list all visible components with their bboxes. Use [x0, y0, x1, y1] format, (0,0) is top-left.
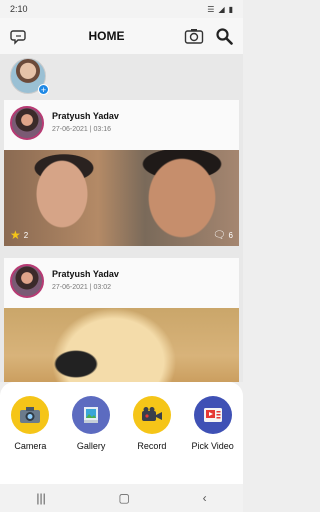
post-image[interactable]	[4, 308, 239, 382]
post-author[interactable]: Pratyush Yadav	[52, 111, 119, 121]
like-count: 2	[23, 230, 29, 240]
camera-option-icon	[11, 396, 50, 434]
post-image[interactable]: ★ 2 🗨 6	[4, 150, 239, 246]
status-time: 2:10	[10, 4, 28, 14]
pick-video-option-icon	[193, 396, 232, 434]
post-card: Pratyush Yadav 27-06-2021 | 03:02	[4, 258, 239, 382]
back-icon[interactable]: ‹	[203, 491, 207, 505]
home-icon[interactable]: ▢	[119, 491, 130, 505]
camera-option[interactable]: Camera	[1, 396, 59, 451]
avatar[interactable]	[10, 106, 44, 140]
comment-count: 6	[228, 230, 233, 240]
recents-icon[interactable]: |||	[36, 491, 45, 505]
post-date: 27-06-2021 | 03:02	[52, 284, 112, 291]
gallery-option-icon	[72, 396, 111, 434]
media-picker-sheet: Camera Gallery Record Pick Video	[0, 382, 243, 484]
record-option-icon	[132, 396, 171, 434]
post-author[interactable]: Pratyush Yadav	[52, 269, 119, 279]
record-option[interactable]: Record	[123, 396, 181, 451]
avatar[interactable]	[10, 264, 44, 298]
star-icon[interactable]: ★	[10, 228, 21, 242]
status-bar: 2:10 ☰ ◢ ▮	[0, 0, 243, 18]
post-card: Pratyush Yadav 27-06-2021 | 03:16 ★ 2 🗨 …	[4, 100, 239, 246]
camera-icon[interactable]	[183, 25, 205, 47]
pick-video-option[interactable]: Pick Video	[184, 396, 242, 451]
chat-edit-icon[interactable]	[8, 25, 30, 47]
battery-icon: ▮	[228, 4, 233, 14]
feed: + Pratyush Yadav 27-06-2021 | 03:16 ★ 2 …	[0, 54, 243, 382]
page-title: HOME	[88, 29, 125, 43]
comment-icon[interactable]: 🗨	[213, 230, 226, 241]
top-bar: HOME	[0, 18, 243, 54]
gallery-option[interactable]: Gallery	[62, 396, 120, 451]
system-nav-bar: ||| ▢ ‹	[0, 484, 243, 512]
search-icon[interactable]	[213, 25, 235, 47]
wifi-icon: ☰	[207, 4, 215, 14]
post-date: 27-06-2021 | 03:16	[52, 126, 112, 133]
signal-icon: ◢	[218, 4, 225, 14]
add-story-icon[interactable]: +	[38, 84, 49, 95]
